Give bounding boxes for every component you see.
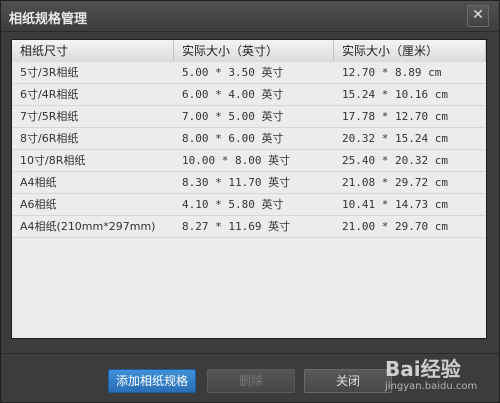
table-row[interactable]: 10寸/8R相纸 10.00 * 8.00 英寸 25.40 * 20.32 c…	[12, 150, 486, 172]
dialog-window: 相纸规格管理 ✕ 相纸尺寸 实际大小（英寸） 实际大小（厘米） 5寸/3R相纸 …	[0, 0, 500, 403]
cell-cm: 17.78 * 12.70 cm	[342, 110, 448, 123]
cell-size: 6寸/4R相纸	[20, 88, 79, 101]
cell-size: 5寸/3R相纸	[20, 66, 79, 79]
cell-cm: 20.32 * 15.24 cm	[342, 132, 448, 145]
cell-inches: 4.10 * 5.80 英寸	[182, 198, 284, 211]
watermark-logo: Bai经验	[385, 357, 461, 381]
close-button[interactable]: 关闭	[304, 369, 392, 393]
watermark: Bai经验 jingyan.baidu.com	[385, 353, 497, 397]
cell-cm: 25.40 * 20.32 cm	[342, 154, 448, 167]
cell-size: 10寸/8R相纸	[20, 154, 86, 167]
table-row[interactable]: 7寸/5R相纸 7.00 * 5.00 英寸 17.78 * 12.70 cm	[12, 106, 486, 128]
column-header-cm[interactable]: 实际大小（厘米）	[334, 40, 486, 62]
table-row[interactable]: A6相纸 4.10 * 5.80 英寸 10.41 * 14.73 cm	[12, 194, 486, 216]
cell-cm: 21.00 * 29.70 cm	[342, 220, 448, 233]
cell-inches: 8.27 * 11.69 英寸	[182, 220, 291, 233]
table-row[interactable]: 6寸/4R相纸 6.00 * 4.00 英寸 15.24 * 10.16 cm	[12, 84, 486, 106]
cell-size: 7寸/5R相纸	[20, 110, 79, 123]
table-row[interactable]: 5寸/3R相纸 5.00 * 3.50 英寸 12.70 * 8.89 cm	[12, 62, 486, 84]
column-header-inches[interactable]: 实际大小（英寸）	[174, 40, 334, 62]
table-row[interactable]: 8寸/6R相纸 8.00 * 6.00 英寸 20.32 * 15.24 cm	[12, 128, 486, 150]
cell-size: A4相纸	[20, 176, 57, 189]
cell-inches: 6.00 * 4.00 英寸	[182, 88, 284, 101]
delete-button[interactable]: 删除	[207, 369, 295, 393]
add-paper-size-button[interactable]: 添加相纸规格	[108, 369, 196, 393]
window-title: 相纸规格管理	[9, 12, 88, 27]
cell-size: 8寸/6R相纸	[20, 132, 79, 145]
table-row[interactable]: A4相纸(210mm*297mm) 8.27 * 11.69 英寸 21.00 …	[12, 216, 486, 238]
column-header-size[interactable]: 相纸尺寸	[12, 40, 174, 62]
watermark-url: jingyan.baidu.com	[385, 381, 478, 392]
cell-inches: 8.30 * 11.70 英寸	[182, 176, 291, 189]
title-bar: 相纸规格管理 ✕	[1, 1, 499, 32]
cell-cm: 12.70 * 8.89 cm	[342, 66, 442, 79]
cell-inches: 10.00 * 8.00 英寸	[182, 154, 291, 167]
cell-cm: 21.08 * 29.72 cm	[342, 176, 448, 189]
cell-inches: 5.00 * 3.50 英寸	[182, 66, 284, 79]
cell-size: A4相纸(210mm*297mm)	[20, 220, 156, 233]
cell-inches: 8.00 * 6.00 英寸	[182, 132, 284, 145]
table-header: 相纸尺寸 实际大小（英寸） 实际大小（厘米）	[12, 40, 486, 63]
cell-cm: 15.24 * 10.16 cm	[342, 88, 448, 101]
table-row[interactable]: A4相纸 8.30 * 11.70 英寸 21.08 * 29.72 cm	[12, 172, 486, 194]
cell-size: A6相纸	[20, 198, 57, 211]
cell-cm: 10.41 * 14.73 cm	[342, 198, 448, 211]
close-icon[interactable]: ✕	[467, 5, 489, 27]
paper-size-table: 相纸尺寸 实际大小（英寸） 实际大小（厘米） 5寸/3R相纸 5.00 * 3.…	[11, 39, 487, 339]
cell-inches: 7.00 * 5.00 英寸	[182, 110, 284, 123]
